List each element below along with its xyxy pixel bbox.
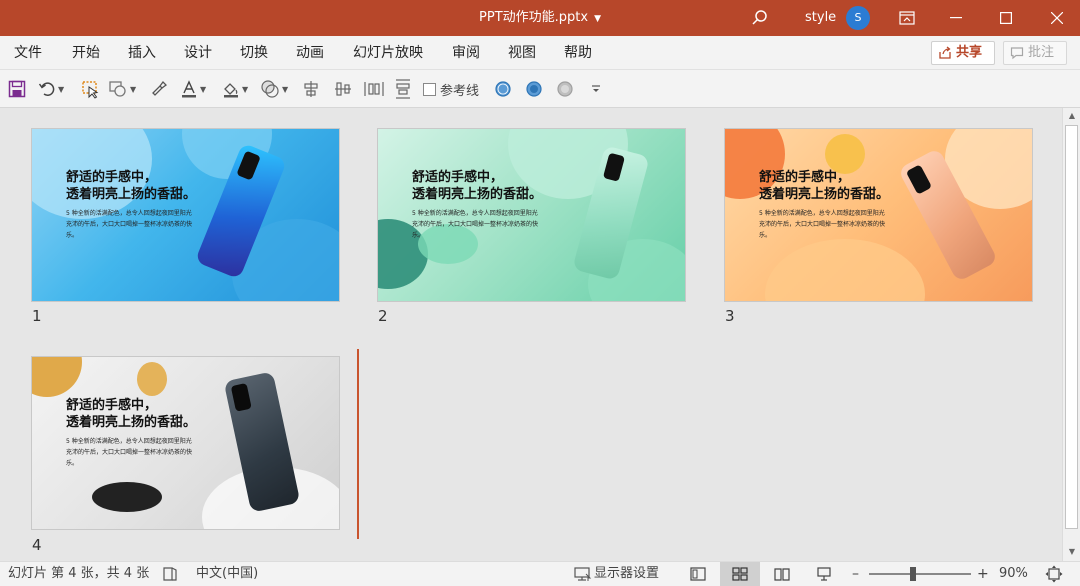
chevron-down-icon[interactable]: ▼ [200, 85, 206, 94]
undo-icon [38, 82, 55, 96]
zoom-slider[interactable] [869, 573, 971, 575]
fill-color-button[interactable]: ▼ [222, 79, 248, 99]
display-settings-label: 显示器设置 [594, 566, 660, 581]
guides-toggle[interactable]: 参考线 [423, 79, 479, 99]
slide-thumbnail-4[interactable]: 舒适的手感中， 透着明亮上扬的香甜。 5 种全新的活满配色，总令人回想起夜回里阳光… [31, 356, 340, 530]
share-label: 共享 [956, 45, 983, 60]
slide-heading: 舒适的手感中， 透着明亮上扬的香甜。 [66, 170, 197, 202]
menu-animations[interactable]: 动画 [296, 36, 324, 70]
circle-style-1-icon[interactable] [494, 79, 512, 99]
guides-checkbox[interactable] [423, 82, 436, 96]
insertion-marker [357, 349, 359, 539]
chevron-down-icon[interactable]: ▼ [242, 85, 248, 94]
comment-icon [1010, 47, 1024, 60]
comments-button[interactable]: 批注 [1003, 41, 1067, 65]
slide-body: 5 种全新的活满配色，总令人回想起夜回里阳光充沛的午后，大口大口喝掉一整杯冰凉奶… [759, 210, 886, 239]
slide-thumbnail-2[interactable]: 舒适的手感中， 透着明亮上扬的香甜。 5 种全新的活满配色，总令人回想起夜回里阳光… [377, 128, 686, 302]
slide-number: 3 [725, 307, 735, 325]
fit-to-window-icon[interactable] [1045, 562, 1063, 586]
guides-label: 参考线 [440, 83, 480, 99]
monitor-icon [574, 567, 592, 581]
slide-thumbnail-3[interactable]: 舒适的手感中， 透着明亮上扬的香甜。 5 种全新的活满配色，总令人回想起夜回里阳光… [724, 128, 1033, 302]
customize-toolbar-icon[interactable] [590, 79, 602, 99]
slide-heading: 舒适的手感中， 透着明亮上扬的香甜。 [412, 170, 543, 202]
title-bar: PPT动作功能.pptx ▼ style S [0, 0, 1080, 36]
spellcheck-icon[interactable] [162, 562, 178, 586]
slide-thumbnail-1[interactable]: 舒适的手感中， 透着明亮上扬的香甜。 5 种全新的活满配色，总令人回想起夜回里阳光… [31, 128, 340, 302]
menu-insert[interactable]: 插入 [128, 36, 156, 70]
slide-heading: 舒适的手感中， 透着明亮上扬的香甜。 [66, 398, 197, 430]
scroll-down-icon[interactable]: ▼ [1063, 544, 1080, 560]
scroll-up-icon[interactable]: ▲ [1063, 108, 1080, 124]
document-title-text: PPT动作功能.pptx [479, 10, 589, 25]
chevron-down-icon[interactable]: ▼ [58, 85, 64, 94]
chevron-down-icon[interactable]: ▼ [130, 85, 136, 94]
slide-number: 1 [32, 307, 42, 325]
zoom-out-button[interactable]: – [852, 562, 859, 586]
share-button[interactable]: 共享 [931, 41, 995, 65]
zoom-in-button[interactable]: + [977, 562, 989, 586]
align-middle-icon[interactable] [334, 79, 352, 99]
slide-sorter: 舒适的手感中， 透着明亮上扬的香甜。 5 种全新的活满配色，总令人回想起夜回里阳光… [0, 108, 1062, 561]
user-name[interactable]: style [805, 0, 836, 36]
align-center-icon[interactable] [302, 79, 320, 99]
menu-bar: 文件 开始 插入 设计 切换 动画 幻灯片放映 审阅 视图 帮助 共享 批注 [0, 36, 1080, 70]
menu-slideshow[interactable]: 幻灯片放映 [353, 36, 423, 70]
menu-home[interactable]: 开始 [72, 36, 100, 70]
shapes-icon [109, 81, 126, 97]
shapes-button[interactable]: ▼ [108, 79, 136, 99]
menu-help[interactable]: 帮助 [564, 36, 592, 70]
circle-style-3-icon[interactable] [556, 79, 574, 99]
menu-review[interactable]: 审阅 [452, 36, 480, 70]
maximize-icon[interactable] [983, 0, 1029, 36]
overlap-circles-icon [261, 80, 279, 98]
menu-view[interactable]: 视图 [508, 36, 536, 70]
menu-design[interactable]: 设计 [184, 36, 212, 70]
close-icon[interactable] [1034, 0, 1080, 36]
fill-bucket-icon [224, 83, 238, 98]
minimize-icon[interactable] [933, 0, 979, 36]
comments-label: 批注 [1028, 45, 1055, 60]
slide-body: 5 种全新的活满配色，总令人回想起夜回里阳光充沛的午后，大口大口喝掉一整杯冰凉奶… [66, 438, 193, 467]
slide-body: 5 种全新的活满配色，总令人回想起夜回里阳光充沛的午后，大口大口喝掉一整杯冰凉奶… [66, 210, 193, 239]
menu-transitions[interactable]: 切换 [240, 36, 268, 70]
zoom-level[interactable]: 90% [999, 562, 1028, 586]
slide-body: 5 种全新的活满配色，总令人回想起夜回里阳光充沛的午后，大口大口喝掉一整杯冰凉奶… [412, 210, 539, 239]
select-object-icon[interactable] [80, 79, 100, 99]
vertical-scrollbar[interactable]: ▲ ▼ [1062, 108, 1080, 561]
chevron-down-icon[interactable]: ▼ [282, 85, 288, 94]
chevron-down-icon[interactable]: ▼ [594, 14, 601, 24]
display-settings-button[interactable]: 显示器设置 [574, 562, 659, 586]
save-icon[interactable] [8, 79, 26, 99]
shape-effects-button[interactable]: ▼ [260, 79, 288, 99]
slide-heading: 舒适的手感中， 透着明亮上扬的香甜。 [759, 170, 890, 202]
slide-counter: 幻灯片 第 4 张，共 4 张 [8, 566, 150, 581]
slide-number: 4 [32, 536, 42, 554]
share-icon [939, 46, 951, 59]
distribute-vertical-icon[interactable] [394, 79, 412, 99]
distribute-horizontal-icon[interactable] [364, 79, 384, 99]
status-bar: 幻灯片 第 4 张，共 4 张 中文(中国) 显示器设置 – + 90% [0, 561, 1080, 586]
zoom-slider-thumb[interactable] [910, 567, 916, 581]
scrollbar-thumb[interactable] [1065, 125, 1078, 529]
reading-view-icon[interactable] [762, 562, 802, 586]
format-painter-icon[interactable] [150, 79, 168, 99]
menu-file[interactable]: 文件 [14, 36, 42, 70]
ribbon-display-options-icon[interactable] [884, 0, 930, 36]
font-color-icon [182, 80, 196, 98]
search-icon[interactable] [750, 8, 770, 28]
circle-style-2-icon[interactable] [525, 79, 543, 99]
font-color-button[interactable]: ▼ [180, 79, 206, 99]
slide-number: 2 [378, 307, 388, 325]
quick-access-toolbar: ▼ ▼ ▼ ▼ ▼ 参考线 [0, 70, 1080, 108]
slideshow-view-icon[interactable] [804, 562, 844, 586]
undo-button[interactable]: ▼ [38, 79, 64, 99]
normal-view-icon[interactable] [678, 562, 718, 586]
language-indicator[interactable]: 中文(中国) [196, 562, 258, 586]
avatar[interactable]: S [846, 6, 870, 30]
slide-sorter-view-icon[interactable] [720, 562, 760, 586]
